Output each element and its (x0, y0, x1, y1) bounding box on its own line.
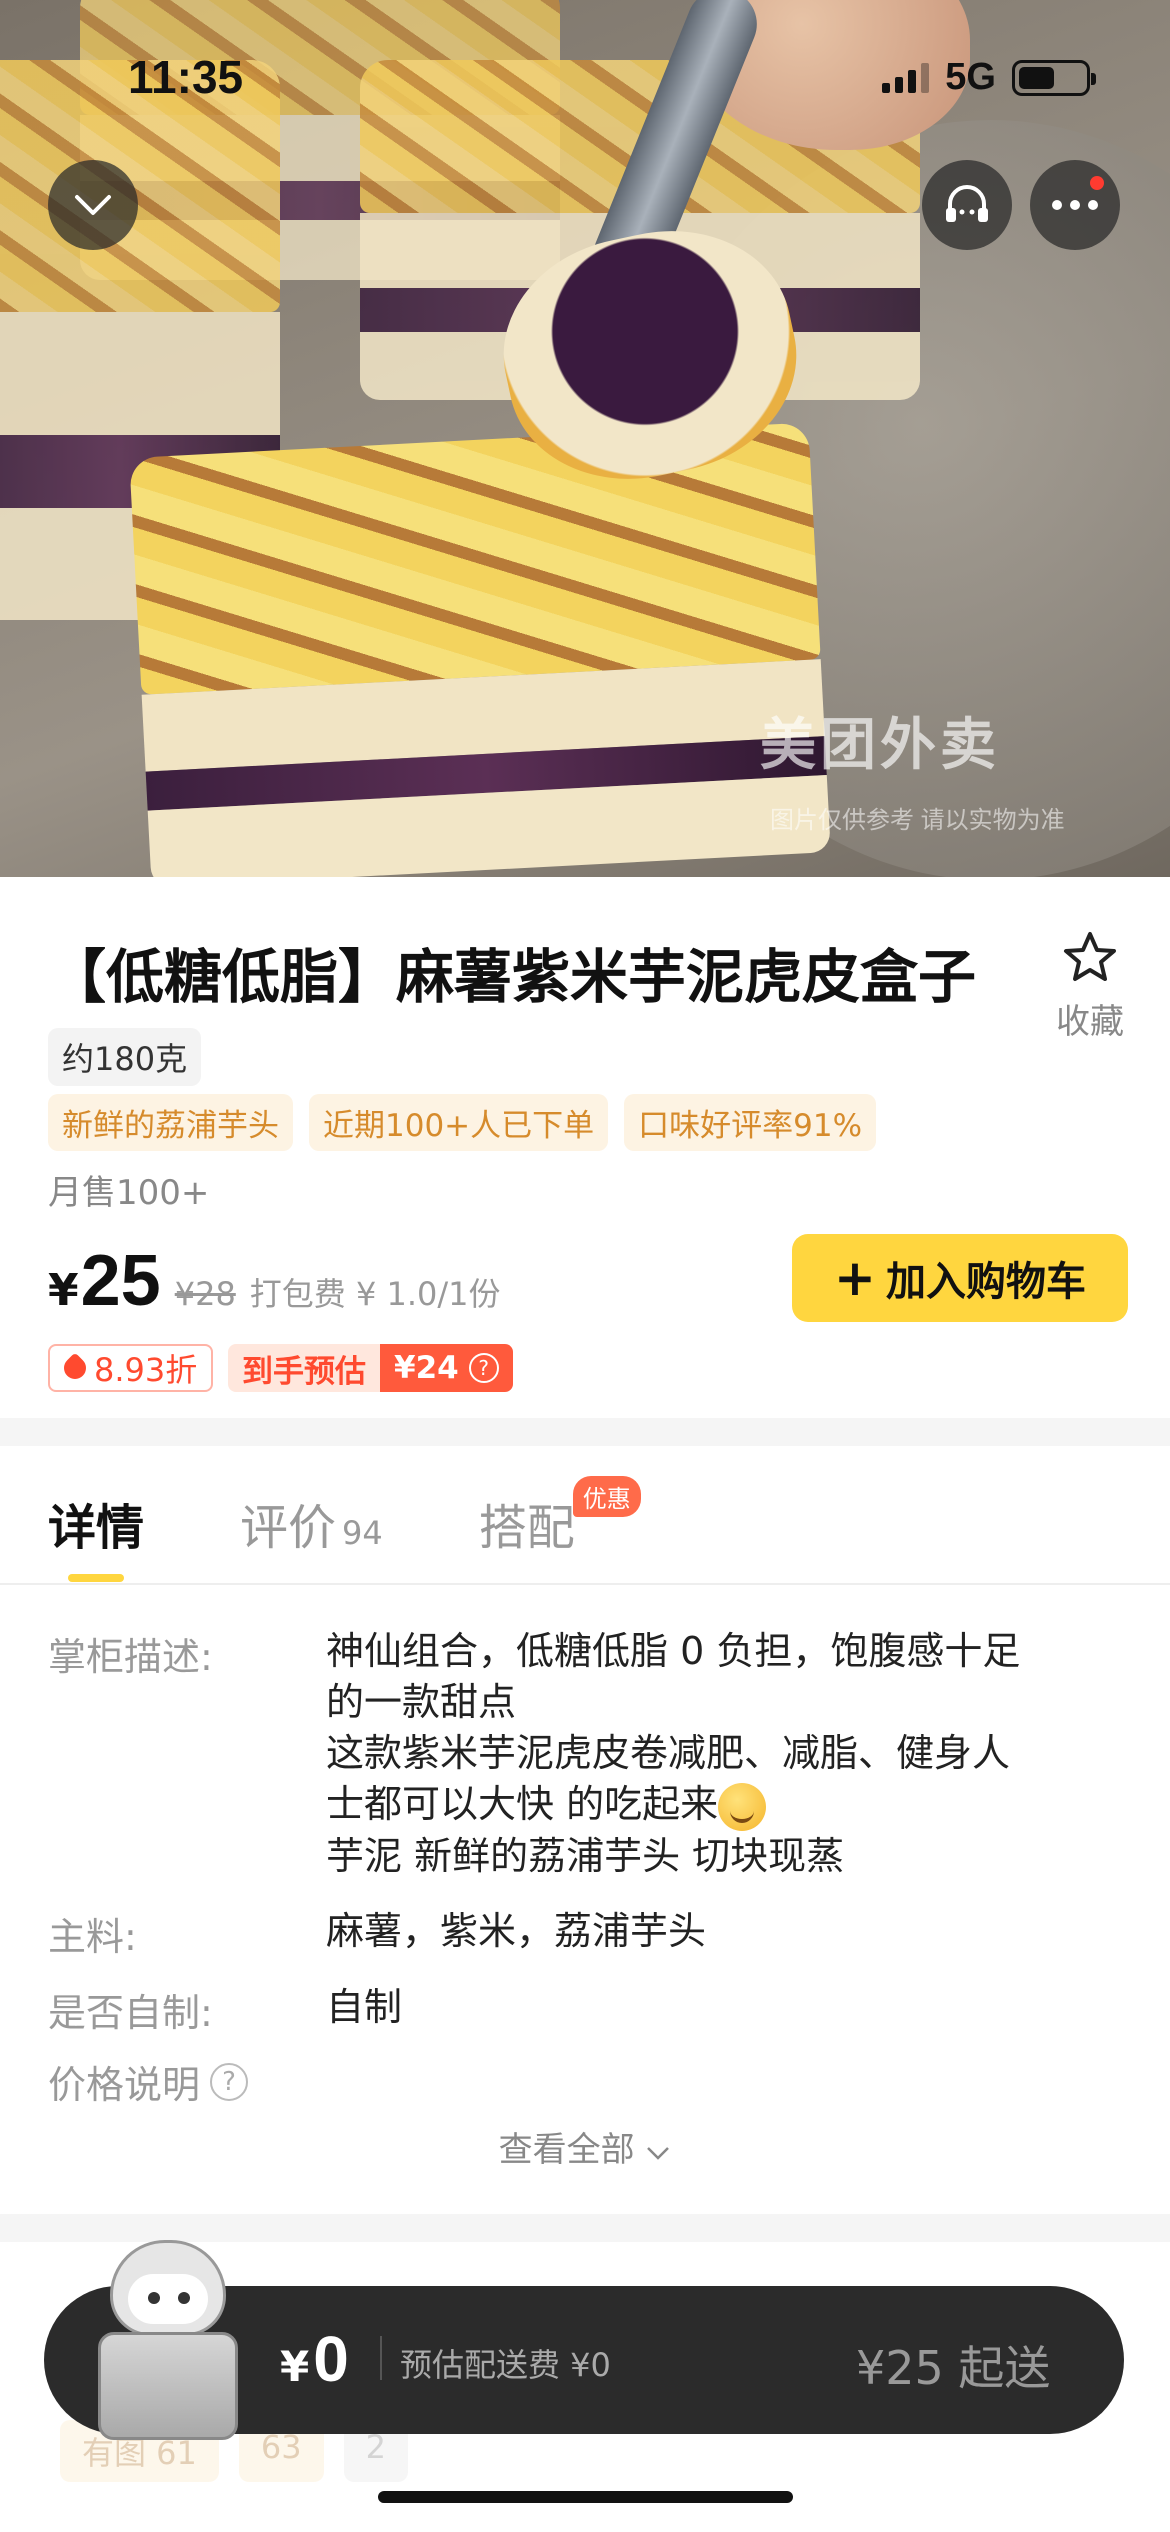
ingredients-value: 麻薯，紫米，荔浦芋头 (326, 1909, 707, 1953)
description-line: 神仙组合，低糖低脂 0 负担，饱腹感十足 (326, 1629, 1021, 1673)
chevron-down-icon (647, 2147, 670, 2160)
chevron-down-icon (75, 195, 111, 215)
help-icon: ? (210, 2062, 249, 2101)
original-price: ¥28 (174, 1275, 236, 1313)
section-separator (0, 2214, 1170, 2242)
promo-badge: 优惠 (572, 1476, 641, 1517)
home-indicator[interactable] (378, 2491, 793, 2503)
feature-tag: 口味好评率91% (624, 1094, 877, 1151)
detail-ingredients: 主料: 麻薯，紫米，荔浦芋头 (48, 1906, 1138, 1961)
watermark: 美团外卖 (760, 713, 1000, 776)
product-title: 【低糖低脂】麻薯紫米芋泥虎皮盒子 (48, 943, 977, 1011)
status-icons: 5G (882, 56, 1096, 99)
detail-homemade: 是否自制: 自制 (48, 1982, 1138, 2037)
tab-combos-label: 搭配 (478, 1500, 575, 1556)
description-label: 掌柜描述: (48, 1635, 213, 1679)
homemade-label: 是否自制: (48, 1991, 213, 2035)
cart-currency: ¥ (280, 2342, 310, 2391)
help-icon: ? (468, 1353, 499, 1383)
current-price: 25 (80, 1241, 161, 1321)
description-line-with-emoji: 士都可以大快 的吃起来 (326, 1779, 1020, 1831)
customer-service-button[interactable] (922, 160, 1012, 250)
notification-dot (1090, 176, 1104, 190)
delivery-robot-cart-icon[interactable] (88, 2240, 248, 2440)
cart-divider (380, 2336, 382, 2380)
price-note-label: 价格说明 (48, 2063, 201, 2107)
price-tag-icon (59, 1352, 91, 1384)
currency-symbol: ¥ (48, 1265, 79, 1316)
description-line: 这款紫米芋泥虎皮卷减肥、减脂、健身人 (326, 1731, 1011, 1775)
estimate-value-box: ¥24 ? (380, 1344, 513, 1392)
product-tags: 新鲜的荔浦芋头 近期100+人已下单 口味好评率91% (48, 1094, 877, 1151)
view-all-button[interactable]: 查看全部 (0, 2122, 1170, 2171)
signal-icon (882, 62, 930, 93)
delivery-fee: 预估配送费 ¥0 (400, 2346, 611, 2384)
tab-divider (0, 1583, 1170, 1585)
estimate-price-badge[interactable]: 到手预估 ¥24 ? (228, 1344, 513, 1392)
description-line: 士都可以大快 的吃起来 (326, 1782, 719, 1826)
estimate-label: 到手预估 (228, 1344, 380, 1392)
description-text: 神仙组合，低糖低脂 0 负担，饱腹感十足 的一款甜点 这款紫米芋泥虎皮卷减肥、减… (326, 1626, 1020, 1882)
watermark-note: 图片仅供参考 请以实物为准 (770, 807, 1065, 834)
description-line: 的一款甜点 (326, 1680, 517, 1724)
battery-level (1019, 66, 1055, 89)
cart-total-value: 0 (313, 2323, 349, 2395)
tab-combos[interactable]: 搭配 优惠 (478, 1476, 641, 1558)
discount-label: 8.93折 (94, 1351, 198, 1389)
tab-reviews-label: 评价 (240, 1500, 337, 1556)
robot-box (98, 2332, 238, 2440)
section-separator (0, 1418, 1170, 1446)
view-all-label: 查看全部 (498, 2130, 635, 2170)
star-icon (1064, 932, 1116, 981)
tab-details-label: 详情 (48, 1500, 145, 1556)
status-time: 11:35 (128, 51, 244, 103)
description-line: 芋泥 新鲜的荔浦芋头 切块现蒸 (326, 1833, 845, 1878)
network-label: 5G (945, 56, 996, 98)
more-dots-icon (1052, 200, 1098, 210)
detail-tabs: 详情 评价 94 搭配 优惠 (48, 1476, 641, 1558)
add-to-cart-button[interactable]: + 加入购物车 (792, 1234, 1128, 1322)
tab-reviews[interactable]: 评价 94 (240, 1488, 383, 1558)
estimate-price: ¥24 (394, 1350, 459, 1386)
packing-fee: 打包费 ¥ 1.0/1份 (249, 1275, 501, 1313)
cake-main (129, 422, 831, 877)
weight-tag: 约180克 (48, 1028, 202, 1086)
back-button[interactable] (48, 160, 138, 250)
more-button[interactable] (1030, 160, 1120, 250)
monthly-sales: 月售100+ (48, 1173, 210, 1213)
discount-badge: 8.93折 (48, 1344, 214, 1392)
headset-icon (946, 185, 988, 222)
robot-face (128, 2274, 208, 2324)
feature-tag: 近期100+人已下单 (309, 1094, 609, 1151)
price-row: ¥ 25 ¥28 打包费 ¥ 1.0/1份 (48, 1240, 501, 1322)
ingredients-label: 主料: (48, 1915, 137, 1959)
detail-description: 掌柜描述: 神仙组合，低糖低脂 0 负担，饱腹感十足 的一款甜点 这款紫米芋泥虎… (48, 1626, 1138, 1882)
favorite-button[interactable]: 收藏 (1040, 930, 1140, 1043)
robot-eye (148, 2292, 160, 2304)
feature-tag: 新鲜的荔浦芋头 (48, 1094, 293, 1151)
minimum-order[interactable]: ¥25 起送 (856, 2332, 1050, 2398)
battery-icon (1012, 59, 1096, 96)
cart-total: ¥ 0 (280, 2322, 349, 2396)
favorite-label: 收藏 (1056, 1002, 1124, 1042)
tab-details[interactable]: 详情 (48, 1488, 144, 1558)
yum-emoji-icon (718, 1782, 767, 1831)
price-note[interactable]: 价格说明 ? (48, 2054, 249, 2109)
robot-eye (178, 2292, 190, 2304)
homemade-value: 自制 (326, 1985, 403, 2029)
add-to-cart-label: 加入购物车 (885, 1259, 1086, 1305)
review-count: 94 (342, 1514, 383, 1552)
product-image[interactable]: 美团外卖 图片仅供参考 请以实物为准 (0, 0, 1170, 877)
plus-icon: + (834, 1249, 876, 1307)
active-tab-indicator (68, 1574, 124, 1582)
